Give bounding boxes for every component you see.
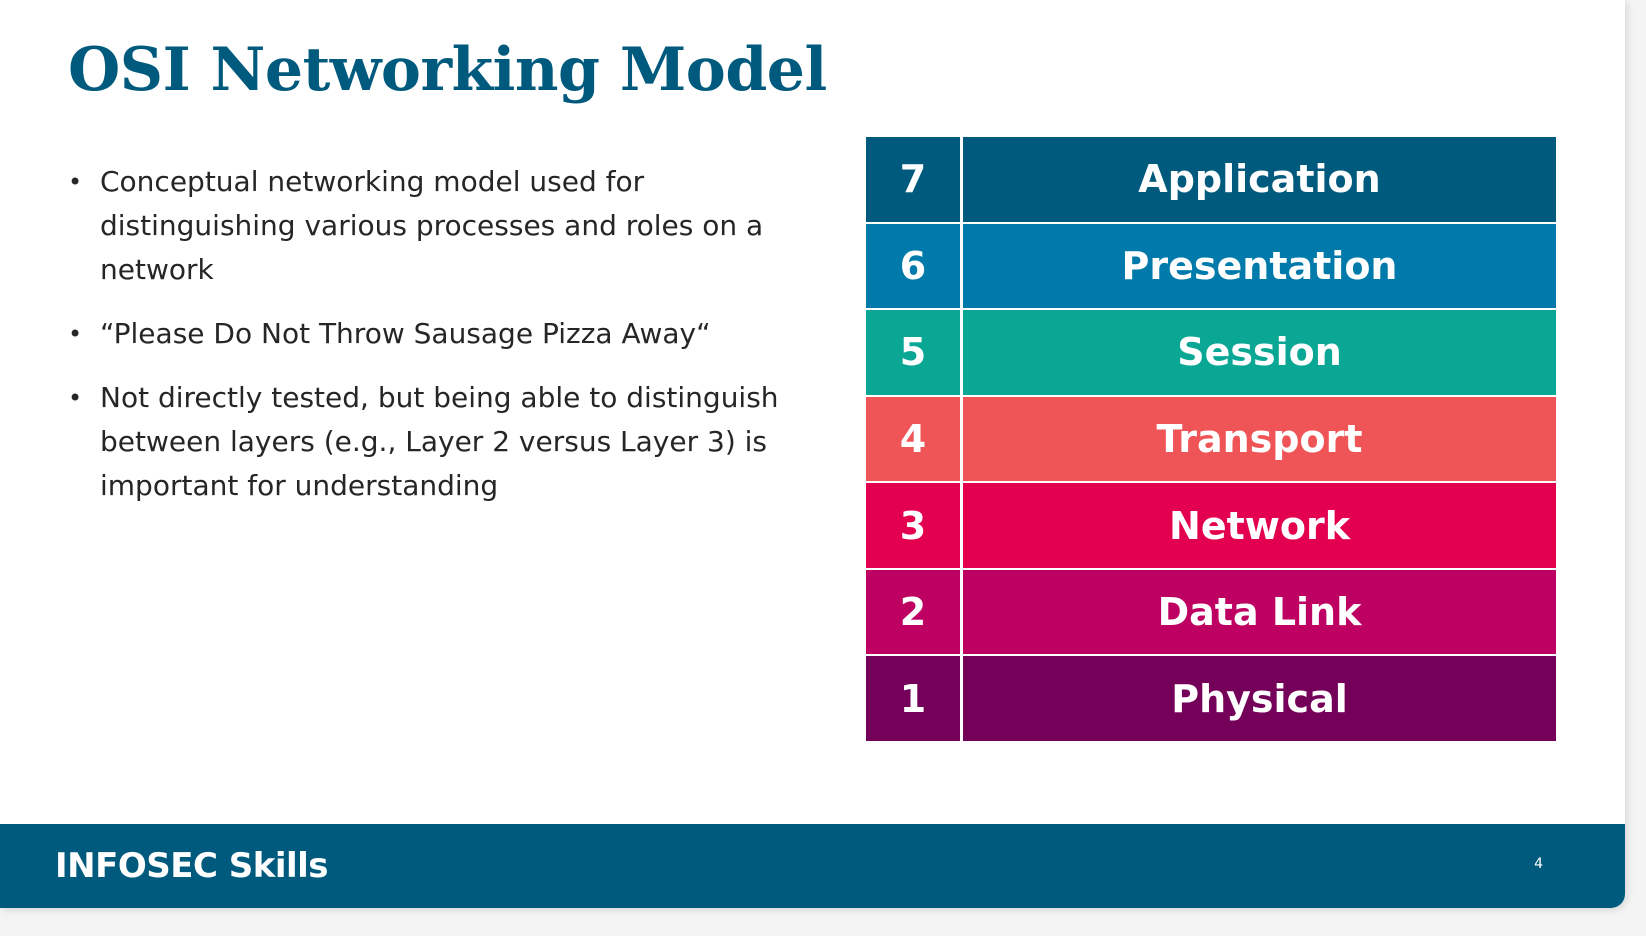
layer-name: Physical bbox=[1171, 676, 1348, 721]
layer-row-presentation: 6 Presentation bbox=[866, 223, 1556, 311]
layer-number: 6 bbox=[866, 223, 963, 309]
layer-number: 1 bbox=[866, 656, 963, 742]
layer-name: Data Link bbox=[1157, 590, 1362, 635]
osi-layer-table: 7 Application 6 Presentation 5 Session 4… bbox=[866, 137, 1556, 742]
layer-number: 4 bbox=[866, 396, 963, 482]
layer-name: Application bbox=[1138, 157, 1381, 202]
layer-number: 7 bbox=[866, 137, 963, 222]
footer-bar: INFOSEC Skills 4 bbox=[0, 824, 1625, 908]
bullet-marker: • bbox=[68, 168, 83, 196]
layer-row-network: 3 Network bbox=[866, 483, 1556, 570]
layer-number: 2 bbox=[866, 569, 963, 655]
layer-name: Session bbox=[1177, 330, 1342, 375]
layer-row-session: 5 Session bbox=[866, 310, 1556, 397]
bullet-text: Conceptual networking model used for dis… bbox=[100, 165, 764, 286]
bullet-item: • Not directly tested, but being able to… bbox=[66, 376, 786, 508]
layer-row-transport: 4 Transport bbox=[866, 396, 1556, 484]
layer-name: Network bbox=[1169, 503, 1350, 548]
bullet-text: Not directly tested, but being able to d… bbox=[100, 381, 779, 502]
bullet-marker: • bbox=[68, 384, 83, 412]
bullet-marker: • bbox=[68, 320, 83, 348]
layer-row-data-link: 2 Data Link bbox=[866, 569, 1556, 657]
bullet-item: • Conceptual networking model used for d… bbox=[66, 160, 786, 292]
layer-number: 5 bbox=[866, 310, 963, 395]
layer-name: Presentation bbox=[1121, 243, 1398, 288]
layer-row-application: 7 Application bbox=[866, 137, 1556, 224]
bullet-list: • Conceptual networking model used for d… bbox=[66, 160, 786, 528]
brand-logo: INFOSEC Skills bbox=[55, 846, 329, 886]
layer-number: 3 bbox=[866, 483, 963, 568]
slide: OSI Networking Model • Conceptual networ… bbox=[0, 0, 1625, 908]
bullet-text: “Please Do Not Throw Sausage Pizza Away“ bbox=[100, 317, 711, 350]
bullet-item: • “Please Do Not Throw Sausage Pizza Awa… bbox=[66, 312, 786, 356]
slide-title: OSI Networking Model bbox=[68, 35, 827, 105]
layer-row-physical: 1 Physical bbox=[866, 656, 1556, 742]
layer-name: Transport bbox=[1156, 417, 1363, 462]
page-number: 4 bbox=[1534, 856, 1543, 872]
